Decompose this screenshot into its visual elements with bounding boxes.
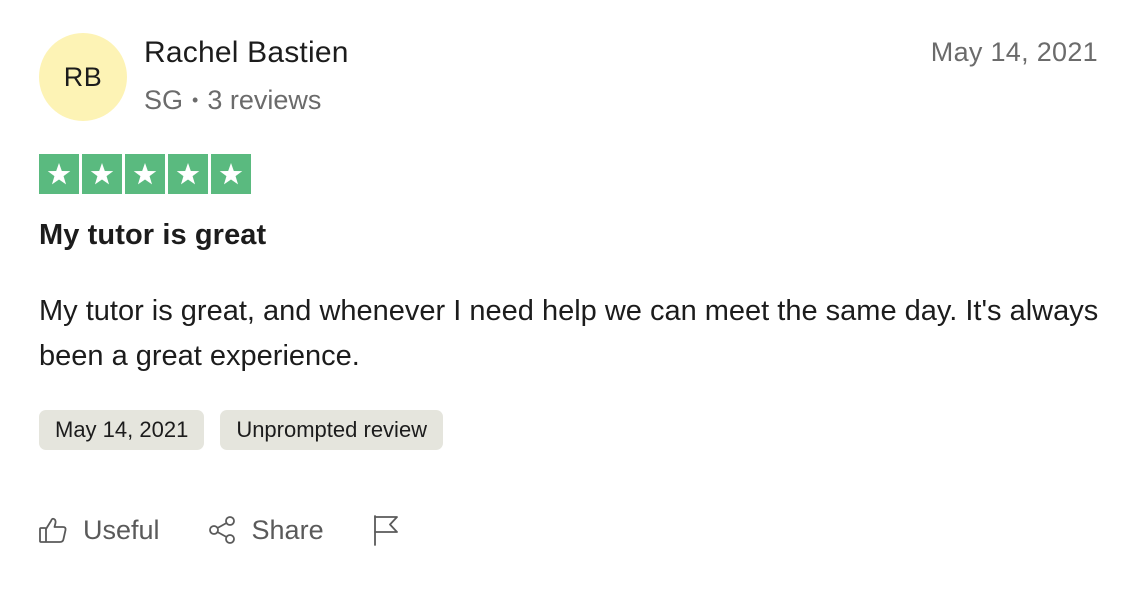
date-of-experience-badge: May 14, 2021 <box>39 410 205 450</box>
star-rating <box>39 154 251 194</box>
reviewer-country: SG <box>144 85 184 115</box>
star-icon <box>82 154 122 194</box>
share-button[interactable]: Share <box>206 508 324 552</box>
review-tags: May 14, 2021 Unprompted review <box>39 410 444 450</box>
star-icon <box>125 154 165 194</box>
share-icon <box>206 514 238 546</box>
reviewer-meta: SG • 3 reviews <box>144 85 321 116</box>
review-body: My tutor is great, and whenever I need h… <box>39 295 1099 372</box>
review-type-badge[interactable]: Unprompted review <box>220 410 444 450</box>
review-card: RB Rachel Bastien SG • 3 reviews May 14,… <box>0 0 1138 590</box>
share-label: Share <box>251 514 324 545</box>
reviewer-name[interactable]: Rachel Bastien <box>144 36 349 70</box>
thumbs-up-icon <box>37 514 69 546</box>
report-button[interactable] <box>370 508 402 552</box>
review-title[interactable]: My tutor is great <box>39 219 266 252</box>
reviewer-review-count: 3 reviews <box>207 85 322 115</box>
useful-label: Useful <box>83 514 160 545</box>
review-date: May 14, 2021 <box>930 37 1098 67</box>
star-icon <box>211 154 251 194</box>
avatar-initials: RB <box>63 61 103 92</box>
review-actions: Useful Share <box>37 508 402 552</box>
meta-separator: • <box>192 90 199 110</box>
star-icon <box>39 154 79 194</box>
avatar[interactable]: RB <box>39 33 127 121</box>
flag-icon <box>370 514 402 546</box>
useful-button[interactable]: Useful <box>37 508 160 552</box>
star-icon <box>168 154 208 194</box>
